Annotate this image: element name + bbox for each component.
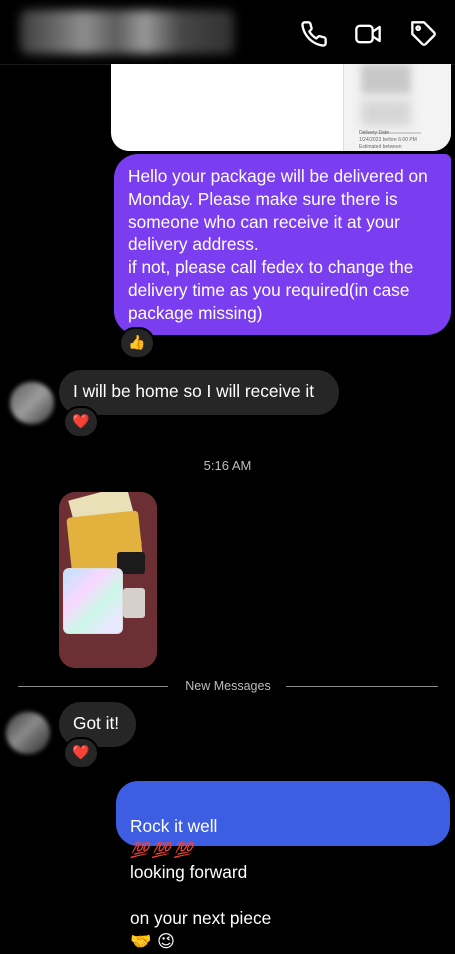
- avatar[interactable]: [10, 382, 54, 424]
- contact-name-blurred[interactable]: [20, 10, 234, 54]
- heart-reaction-icon[interactable]: ❤️: [63, 406, 99, 438]
- video-camera-icon[interactable]: [354, 20, 382, 48]
- incoming-message-bubble[interactable]: I will be home so I will receive it: [59, 370, 339, 415]
- phone-icon[interactable]: [300, 20, 328, 48]
- receipt-image[interactable]: Delivery Date 1/24/2023 before 6:00 PM E…: [111, 64, 451, 151]
- message-text: on your next piece: [130, 907, 272, 928]
- timestamp: 5:16 AM: [203, 458, 252, 473]
- outgoing-message-bubble[interactable]: Hello your package will be delivered on …: [114, 154, 451, 335]
- receipt-blur: [361, 64, 411, 94]
- heart-reaction-icon[interactable]: ❤️: [63, 737, 99, 769]
- thumbs-up-reaction-icon[interactable]: 👍: [119, 327, 155, 359]
- handshake-wink-icon: 🤝 😉: [130, 931, 176, 952]
- receipt-text: Estimated between: [359, 144, 402, 150]
- photo-content: [123, 588, 145, 618]
- reaction-emoji: 👍: [128, 335, 146, 351]
- receipt-text: 1/24/2023 before 6:00 PM: [359, 137, 417, 143]
- tag-icon[interactable]: [410, 20, 438, 48]
- avatar[interactable]: [6, 712, 50, 754]
- reaction-emoji: ❤️: [72, 745, 90, 761]
- hundred-points-icon: 💯 💯 💯: [130, 840, 192, 859]
- receipt-text: Delivery Date: [359, 130, 390, 136]
- new-messages-label: New Messages: [185, 679, 271, 693]
- photo-content: [63, 568, 123, 634]
- outgoing-message-bubble[interactable]: Rock it well 💯 💯 💯 looking forward on yo…: [116, 781, 450, 952]
- reaction-emoji: ❤️: [72, 414, 90, 430]
- message-text: looking forward: [130, 862, 248, 883]
- receipt-blur: [361, 100, 411, 126]
- photo-message[interactable]: [59, 492, 157, 668]
- new-messages-divider: New Messages: [18, 679, 438, 695]
- message-text: Rock it well: [130, 815, 218, 836]
